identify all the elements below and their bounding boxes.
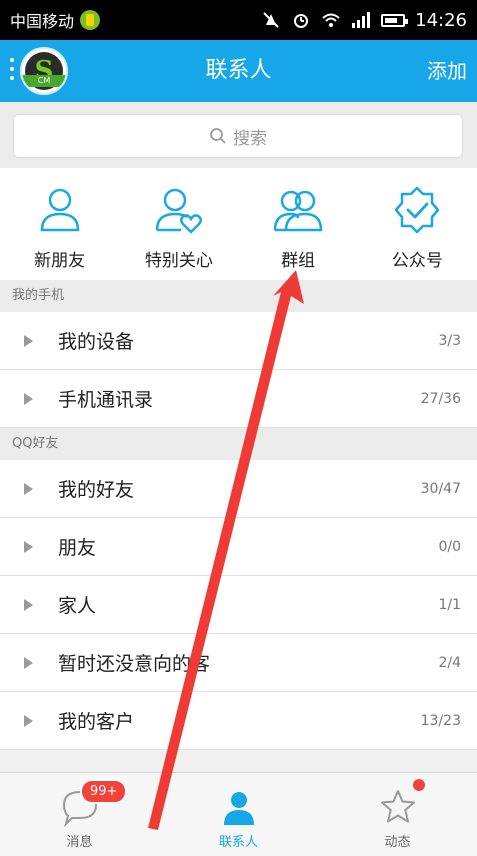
- quick-item-special-care[interactable]: 特别关心: [119, 168, 238, 280]
- tab-contacts[interactable]: 联系人: [159, 773, 318, 856]
- quick-item-new-friends[interactable]: 新朋友: [0, 168, 119, 280]
- add-button[interactable]: 添加: [427, 40, 467, 102]
- group-icon: [273, 190, 323, 232]
- list-item[interactable]: 我的好友 30/47: [0, 460, 477, 518]
- bottom-tab-bar: 消息 99+ 联系人 动态: [0, 772, 477, 856]
- expand-arrow-icon: [24, 392, 33, 405]
- person-icon: [40, 188, 79, 232]
- expand-arrow-icon: [24, 656, 33, 669]
- list-item[interactable]: 家人 1/1: [0, 576, 477, 634]
- mute-icon: [261, 10, 281, 30]
- status-bar: 中国移动 14:26: [0, 0, 477, 40]
- person-heart-icon: [155, 188, 202, 234]
- list-item[interactable]: 我的客户 13/23: [0, 692, 477, 750]
- tab-feeds[interactable]: 动态: [318, 773, 477, 856]
- search-placeholder: 搜索: [233, 128, 267, 149]
- list-item[interactable]: 我的设备 3/3: [0, 312, 477, 370]
- alarm-icon: [291, 10, 311, 30]
- quick-entries: 新朋友 特别关心 群组 公众号: [0, 168, 477, 280]
- search-icon: [210, 128, 226, 144]
- expand-arrow-icon: [24, 334, 33, 347]
- list-item[interactable]: 朋友 0/0: [0, 518, 477, 576]
- expand-arrow-icon: [24, 598, 33, 611]
- carrier-name: 中国移动: [10, 12, 75, 31]
- carrier-badge-icon: [80, 10, 101, 30]
- unread-badge: 99+: [80, 779, 128, 804]
- quick-item-groups[interactable]: 群组: [239, 168, 358, 280]
- list-item[interactable]: 手机通讯录 27/36: [0, 370, 477, 428]
- star-icon: [380, 790, 415, 823]
- section-header-qq-friends: QQ好友: [0, 428, 477, 460]
- battery-icon: [381, 13, 409, 27]
- badge-check-icon: [395, 186, 440, 234]
- person-icon: [223, 792, 254, 825]
- expand-arrow-icon: [24, 540, 33, 553]
- list-item[interactable]: 暂时还没意向的客 2/4: [0, 634, 477, 692]
- page-title: 联系人: [205, 58, 272, 83]
- signal-icon: [351, 10, 371, 30]
- clock-time: 14:26: [415, 9, 467, 31]
- section-header-my-phone: 我的手机: [0, 280, 477, 312]
- search-area: 搜索: [0, 102, 477, 168]
- search-input[interactable]: 搜索: [13, 114, 463, 158]
- title-bar: S CM 联系人 添加: [0, 40, 477, 102]
- expand-arrow-icon: [24, 482, 33, 495]
- wifi-icon: [321, 10, 341, 30]
- quick-item-official-accounts[interactable]: 公众号: [358, 168, 477, 280]
- new-feed-dot: [413, 779, 425, 791]
- tab-messages[interactable]: 消息 99+: [0, 773, 159, 856]
- expand-arrow-icon: [24, 714, 33, 727]
